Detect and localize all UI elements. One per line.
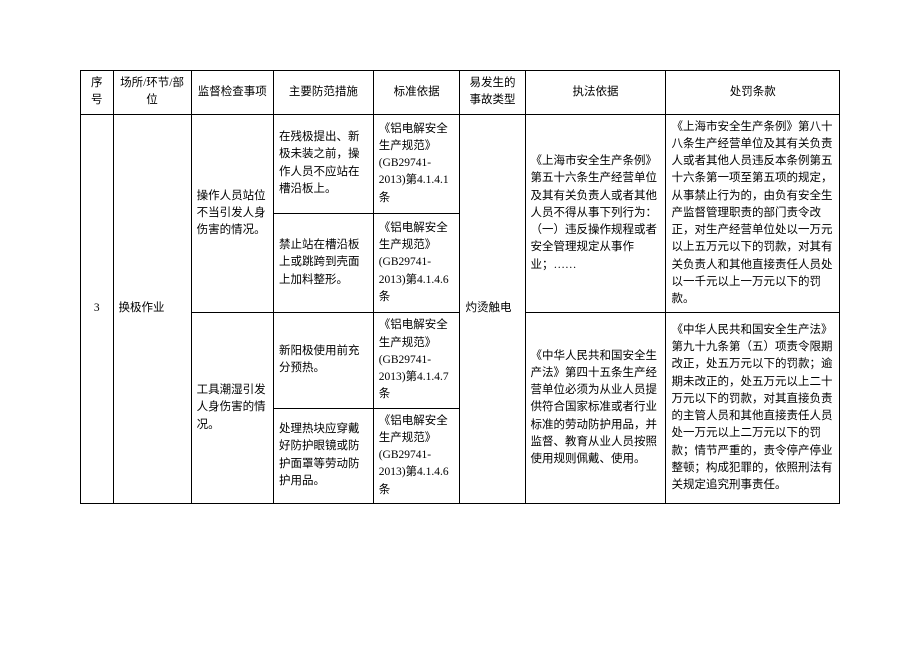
cell-seq: 3 — [81, 114, 114, 503]
cell-measure-4: 处理热块应穿戴好防护眼镜或防护面罩等劳动防护用品。 — [273, 408, 373, 503]
table-header-row: 序号 场所/环节/部位 监督检查事项 主要防范措施 标准依据 易发生的事故类型 … — [81, 71, 840, 115]
table-row: 3 换极作业 操作人员站位不当引发人身伤害的情况。 在残极提出、新极未装之前，操… — [81, 114, 840, 213]
cell-place: 换极作业 — [113, 114, 191, 503]
cell-penalty-2: 《中华人民共和国安全生产法》第九十九条第（五）项责令限期改正，处五万元以下的罚款… — [666, 313, 840, 504]
cell-check-improper: 操作人员站位不当引发人身伤害的情况。 — [191, 114, 273, 313]
cell-basis-4: 《铝电解安全生产规范》(GB29741-2013)第4.1.4.6条 — [373, 408, 460, 503]
cell-accident: 灼烫触电 — [460, 114, 525, 503]
col-penalty-header: 处罚条款 — [666, 71, 840, 115]
cell-penalty-1: 《上海市安全生产条例》第八十八条生产经营单位及其有关负责人或者其他人员违反本条例… — [666, 114, 840, 313]
cell-basis-2: 《铝电解安全生产规范》(GB29741-2013)第4.1.4.6条 — [373, 213, 460, 312]
cell-measure-1: 在残极提出、新极未装之前，操作人员不应站在槽沿板上。 — [273, 114, 373, 213]
cell-basis-1: 《铝电解安全生产规范》(GB29741-2013)第4.1.4.1条 — [373, 114, 460, 213]
cell-measure-2: 禁止站在槽沿板上或跳跨到壳面上加料整形。 — [273, 213, 373, 312]
cell-law-2: 《中华人民共和国安全生产法》第四十五条生产经营单位必须为从业人员提供符合国家标准… — [525, 313, 666, 504]
col-accident-header: 易发生的事故类型 — [460, 71, 525, 115]
cell-basis-3: 《铝电解安全生产规范》(GB29741-2013)第4.1.4.7条 — [373, 313, 460, 408]
col-law-header: 执法依据 — [525, 71, 666, 115]
col-seq-header: 序号 — [81, 71, 114, 115]
col-check-header: 监督检查事项 — [191, 71, 273, 115]
col-place-header: 场所/环节/部位 — [113, 71, 191, 115]
cell-measure-3: 新阳极使用前充分预热。 — [273, 313, 373, 408]
regulation-table: 序号 场所/环节/部位 监督检查事项 主要防范措施 标准依据 易发生的事故类型 … — [80, 70, 840, 504]
col-basis-header: 标准依据 — [373, 71, 460, 115]
cell-law-1: 《上海市安全生产条例》第五十六条生产经营单位及其有关负责人或者其他人员不得从事下… — [525, 114, 666, 313]
cell-check-toolwet: 工具潮湿引发人身伤害的情况。 — [191, 313, 273, 504]
col-measures-header: 主要防范措施 — [273, 71, 373, 115]
